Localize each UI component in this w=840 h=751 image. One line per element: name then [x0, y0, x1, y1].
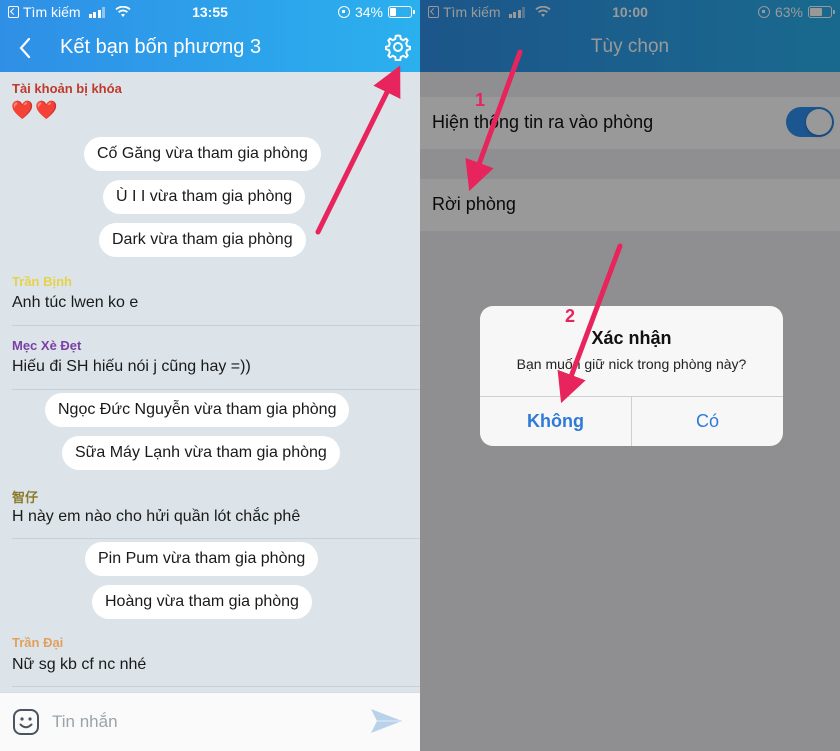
yes-button[interactable]: Có — [632, 397, 783, 446]
join-notice: Pin Pum vừa tham gia phòng — [85, 542, 319, 576]
battery-icon — [388, 6, 415, 18]
no-button[interactable]: Không — [480, 397, 631, 446]
sender-name: Trần Đại — [12, 635, 64, 650]
right-phone-screen: Tìm kiếm 10:00 63% Tùy chọn Hiện thông t… — [420, 0, 840, 751]
message-text: H này em nào cho hửi quần lót chắc phê — [12, 508, 301, 525]
message-text: Nữ sg kb cf nc nhé — [12, 656, 147, 673]
join-notice: Ngọc Đức Nguyễn vừa tham gia phòng — [45, 393, 350, 427]
sender-name: 智仔 — [12, 490, 39, 505]
join-notice: Cố Găng vừa tham gia phòng — [84, 137, 321, 171]
room-title: Kết bạn bốn phương 3 — [60, 36, 262, 58]
message-composer — [0, 692, 420, 751]
divider — [12, 686, 420, 687]
message-input[interactable] — [52, 705, 352, 739]
list-item: Trần Bịnh Anh túc lwen ko e — [0, 268, 420, 325]
list-item: Trần Đại Nữ sg kb cf nc nhé — [0, 630, 420, 687]
step-2-label: 2 — [565, 306, 576, 326]
chat-message-list[interactable]: Tài khoản bị khóa ❤️❤️ Cố Găng vừa tham … — [0, 72, 420, 692]
join-notice: Dark vừa tham gia phòng — [99, 223, 306, 257]
confirm-dialog: Xác nhận Bạn muốn giữ nick trong phòng n… — [480, 306, 783, 446]
step-1-label: 1 — [475, 90, 486, 110]
join-notice: Sữa Máy Lạnh vừa tham gia phòng — [62, 436, 340, 470]
divider — [12, 325, 420, 326]
battery-percent: 34% — [354, 4, 383, 20]
divider — [12, 389, 420, 390]
join-notice: Ù I I vừa tham gia phòng — [103, 180, 306, 214]
sender-name: Tài khoản bị khóa — [12, 81, 122, 96]
send-icon[interactable] — [368, 705, 404, 737]
dialog-message: Bạn muốn giữ nick trong phòng này? — [516, 356, 747, 372]
join-notice: Hoàng vừa tham gia phòng — [92, 585, 312, 619]
list-item: Mẹc Xè Đẹt Hiếu đi SH hiếu nói j cũng ha… — [0, 332, 420, 389]
gear-icon[interactable] — [384, 33, 412, 61]
heart-emoji: ❤️❤️ — [11, 100, 60, 120]
sender-name: Mẹc Xè Đẹt — [12, 338, 82, 353]
chat-header: Tìm kiếm 13:55 34% Kết bạn bốn phương 3 — [0, 0, 420, 72]
status-bar: Tìm kiếm 13:55 34% — [0, 0, 420, 24]
dialog-title: Xác nhận — [591, 328, 672, 348]
back-chevron-icon[interactable] — [14, 36, 38, 60]
divider — [12, 538, 420, 539]
list-item: Tài khoản bị khóa ❤️❤️ — [0, 72, 420, 128]
list-item: 智仔 H này em nào cho hửi quần lót chắc ph… — [0, 482, 420, 539]
rotation-lock-icon — [337, 6, 350, 18]
message-text: Anh túc lwen ko e — [12, 294, 139, 311]
emoji-icon[interactable] — [12, 708, 40, 736]
left-phone-screen: Tìm kiếm 13:55 34% Kết bạn bốn phương 3 — [0, 0, 420, 751]
sender-name: Trần Bịnh — [12, 274, 72, 289]
message-text: Hiếu đi SH hiếu nói j cũng hay =)) — [12, 358, 251, 375]
